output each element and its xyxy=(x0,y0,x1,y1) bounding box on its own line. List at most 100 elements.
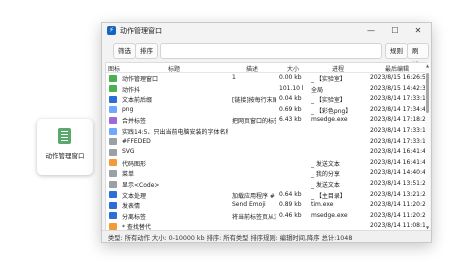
row-size: 101.10 kb xyxy=(279,84,303,92)
row-description: 1 xyxy=(232,74,236,81)
action-type-icon xyxy=(109,191,117,199)
row-title: 合并标签 xyxy=(122,118,147,126)
column-header-title[interactable]: 标题 xyxy=(168,64,180,73)
table-row[interactable]: 菜单 _ 我的分享 2023/8/14 14:40:49 xyxy=(106,168,426,179)
table-row[interactable]: 文本前后缀 [链接]按每行末尾 0.04 kb _ 【实验室】 2023/8/14 17… xyxy=(106,94,426,105)
row-title: 文本处理 xyxy=(122,192,147,200)
document-icon xyxy=(58,128,71,144)
table-row[interactable]: 动作管理窗口 1 0.00 kb _ 【实验室】 2023/8/15 16:26:53 xyxy=(106,73,426,83)
row-modified: 2023/8/14 11:20:22 xyxy=(370,201,426,209)
window-title: 动作管理窗口 xyxy=(120,27,162,35)
row-process: tim.exe xyxy=(311,201,334,209)
table-row[interactable]: #FFEDED 2023/8/14 17:33:11 xyxy=(106,137,426,147)
title-bar[interactable]: ⚡ 动作管理窗口 — ☐ ✕ xyxy=(102,23,431,39)
actions-table: 图标 标题 描述 大小 进程 最后编辑 动作管理窗口 1 0.00 kb _ 【实验室… xyxy=(105,62,427,232)
scroll-down-icon[interactable]: ▼ xyxy=(425,225,430,230)
action-type-icon xyxy=(109,201,117,209)
row-process: _ 发送文本 xyxy=(311,160,340,168)
row-size: 0.46 kb xyxy=(279,211,302,219)
row-description: [链接]按每行末尾 xyxy=(232,97,276,105)
row-modified: 2023/8/15 14:42:32 xyxy=(370,84,426,92)
status-text: 类型: 所有动作 大小: 0-10000 kb 排序: 所有类型 排序规则: 编… xyxy=(108,235,353,242)
row-modified: 2023/8/14 17:18:26 xyxy=(370,116,426,124)
table-row[interactable]: 实践14:5、只出当前电脑安装的字体名称 2023/8/14 17:33:11 xyxy=(106,126,426,136)
table-row[interactable]: 合并标签 把网页窗口的标签 6.43 kb msedge.exe 2023/8/14 1… xyxy=(106,115,426,126)
action-type-icon xyxy=(109,148,117,156)
row-process: msedge.exe xyxy=(311,211,348,219)
row-modified: 2023/8/14 17:33:18 xyxy=(370,95,426,103)
desktop-shortcut-label: 动作管理窗口 xyxy=(45,152,85,160)
refresh-button[interactable]: 刷新 xyxy=(407,43,429,69)
table-row[interactable]: SVG 2023/8/14 16:41:44 xyxy=(106,147,426,157)
row-title: 菜单 xyxy=(122,171,135,179)
row-size: 0.64 kb xyxy=(279,190,302,198)
desktop-shortcut[interactable]: 动作管理窗口 xyxy=(37,119,93,175)
action-type-icon xyxy=(109,212,117,220)
action-type-icon xyxy=(109,116,117,124)
action-type-icon xyxy=(109,169,117,177)
row-title: 代码图形 xyxy=(122,160,147,168)
row-modified: 2023/8/14 13:51:28 xyxy=(370,180,426,187)
row-title: SVG xyxy=(122,148,135,156)
close-button[interactable]: ✕ xyxy=(407,23,429,39)
table-row[interactable]: 代码图形 _ 发送文本 2023/8/14 16:41:44 xyxy=(106,158,426,168)
row-process: _ 【彩色png】 xyxy=(311,107,352,115)
row-title: 显示<Code> xyxy=(122,182,160,189)
row-description: 加载应用程序 # xyxy=(232,192,275,200)
row-process: _ 【实验室】 xyxy=(311,76,346,83)
row-size: 6.43 kb xyxy=(279,116,302,124)
row-process: msedge.exe xyxy=(311,116,348,124)
row-size: 0.89 kb xyxy=(279,201,302,209)
table-row[interactable]: 发表情 Send Emoji 0.89 kb tim.exe 2023/8/14 11:… xyxy=(106,200,426,211)
row-description: 把网页窗口的标签 xyxy=(232,118,276,126)
row-title: 分离标签 xyxy=(122,213,147,221)
row-modified: 2023/8/14 13:21:22 xyxy=(370,190,426,198)
row-title: 文本前后缀 xyxy=(122,97,153,105)
minimize-button[interactable]: — xyxy=(360,23,382,39)
row-title: 动作抖 xyxy=(122,86,141,94)
action-type-icon xyxy=(109,159,117,167)
row-modified: 2023/8/14 16:41:44 xyxy=(370,158,426,166)
row-modified: 2023/8/15 16:26:53 xyxy=(370,74,426,81)
table-header: 图标 标题 描述 大小 进程 最后编辑 xyxy=(106,63,426,73)
row-size: 0.69 kb xyxy=(279,105,302,113)
table-row[interactable]: 文本处理 加载应用程序 # 0.64 kb _ 【主目录】 2023/8/14 13:2… xyxy=(106,190,426,200)
row-modified: 2023/8/14 16:41:44 xyxy=(370,148,426,156)
row-description: Send Emoji xyxy=(232,201,266,209)
sort-button[interactable]: 排序 xyxy=(135,43,158,59)
vertical-scrollbar[interactable]: ▲ ▼ xyxy=(425,63,430,230)
row-process: _ 【主目录】 xyxy=(311,192,346,200)
row-modified: 2023/8/14 11:08:16 xyxy=(370,222,426,230)
search-input[interactable] xyxy=(160,43,382,59)
action-type-icon xyxy=(109,138,117,146)
table-row[interactable]: 分离标签 将当前标签页从浏 0.46 kb msedge.exe 2023/8/14 1… xyxy=(106,211,426,221)
action-manager-window: ⚡ 动作管理窗口 — ☐ ✕ 筛选 排序 规则 刷新 图标 标题 描述 大小 进… xyxy=(101,22,432,243)
row-modified: 2023/8/14 11:20:22 xyxy=(370,211,426,219)
scroll-up-icon[interactable]: ▲ xyxy=(425,63,430,68)
column-header-size[interactable]: 大小 xyxy=(287,64,299,73)
row-size: 0.04 kb xyxy=(279,95,302,103)
action-type-icon xyxy=(109,85,117,93)
action-type-icon xyxy=(109,222,117,230)
row-process: _ 【实验室】 xyxy=(311,97,346,105)
row-process: _ 发送文本 xyxy=(311,182,340,189)
rules-button[interactable]: 规则 xyxy=(385,43,408,59)
table-row[interactable]: png 0.69 kb _ 【彩色png】 2023/8/14 17:34:43 xyxy=(106,105,426,115)
scrollbar-thumb[interactable] xyxy=(426,73,429,113)
column-header-modified[interactable]: 最后编辑 xyxy=(385,64,409,73)
column-header-desc[interactable]: 描述 xyxy=(246,64,258,73)
action-type-icon xyxy=(109,95,117,103)
app-icon: ⚡ xyxy=(107,26,116,35)
row-process: _ 我的分享 xyxy=(311,171,340,179)
action-type-icon xyxy=(109,127,117,135)
filter-button[interactable]: 筛选 xyxy=(113,43,136,59)
column-header-icon[interactable]: 图标 xyxy=(108,64,120,73)
table-row[interactable]: 显示<Code> _ 发送文本 2023/8/14 13:51:28 xyxy=(106,179,426,189)
table-row[interactable]: 动作抖 101.10 kb 全局 2023/8/15 14:42:32 xyxy=(106,84,426,94)
column-header-process[interactable]: 进程 xyxy=(332,64,344,73)
action-type-icon xyxy=(109,74,117,82)
row-title: 发表情 xyxy=(122,203,141,211)
status-bar: 类型: 所有动作 大小: 0-10000 kb 排序: 所有类型 排序规则: 编… xyxy=(102,230,431,242)
maximize-button[interactable]: ☐ xyxy=(384,23,406,39)
row-description: 将当前标签页从浏 xyxy=(232,213,276,221)
